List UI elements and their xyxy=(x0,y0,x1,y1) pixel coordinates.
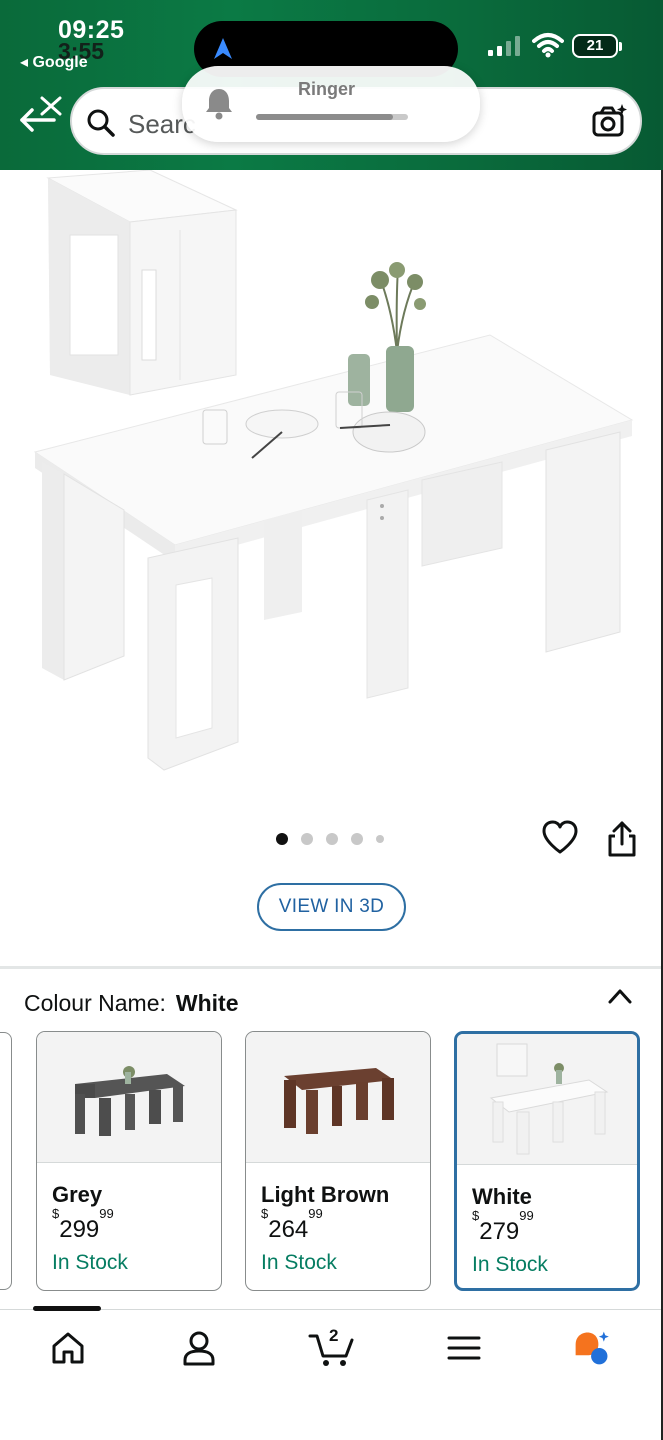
swatch-thumbnail-white xyxy=(457,1034,637,1165)
price-fraction: 99 xyxy=(99,1206,114,1221)
rufus-assistant-icon[interactable] xyxy=(572,1328,612,1368)
home-icon[interactable] xyxy=(48,1328,88,1368)
wifi-icon xyxy=(532,33,564,58)
swatch-name: White xyxy=(472,1184,532,1209)
camera-search-icon[interactable] xyxy=(590,103,628,141)
carousel-dot[interactable] xyxy=(326,833,338,845)
section-divider xyxy=(0,966,663,969)
carousel-dot[interactable] xyxy=(301,833,313,845)
swatch-previous-partial[interactable] xyxy=(0,1032,12,1290)
ringer-volume-slider[interactable] xyxy=(256,114,408,120)
carousel-dot[interactable] xyxy=(376,835,384,843)
colour-name-label: Colour Name: White xyxy=(24,990,239,1017)
carousel-dot[interactable] xyxy=(276,833,288,845)
ringer-label: Ringer xyxy=(298,79,356,99)
view-in-3d-button[interactable]: VIEW IN 3D xyxy=(257,883,406,931)
cart-count-badge: 2 xyxy=(329,1326,339,1345)
price-fraction: 99 xyxy=(308,1206,323,1221)
stock-status: In Stock xyxy=(52,1251,128,1274)
swatch-price: $26499 xyxy=(261,1206,323,1244)
back-arrow-icon[interactable] xyxy=(18,92,64,138)
product-image[interactable] xyxy=(0,169,663,810)
swatch-price: $29999 xyxy=(52,1206,114,1244)
swatch-white[interactable]: White $27999 In Stock xyxy=(454,1031,640,1291)
navigation-arrow-icon xyxy=(214,38,232,59)
chevron-up-icon[interactable] xyxy=(607,986,633,1006)
stock-status: In Stock xyxy=(261,1251,337,1274)
back-to-app-link[interactable]: ◂ Google xyxy=(20,52,88,72)
dining-table-illustration xyxy=(33,169,634,771)
ringer-volume-fill xyxy=(256,114,393,120)
currency-symbol: $ xyxy=(52,1206,60,1221)
swatch-price: $27999 xyxy=(472,1208,534,1246)
cart-button[interactable]: 2 xyxy=(308,1326,356,1368)
search-icon xyxy=(87,109,115,137)
carousel-dot[interactable] xyxy=(351,833,363,845)
price-whole: 264 xyxy=(268,1216,309,1243)
swatch-name: Light Brown xyxy=(261,1182,390,1207)
account-icon[interactable] xyxy=(179,1328,219,1368)
swatch-thumbnail-grey xyxy=(37,1032,221,1163)
swatch-thumbnail-light-brown xyxy=(246,1032,430,1163)
colour-label-text: Colour Name: xyxy=(24,990,166,1016)
swatch-grey[interactable]: Grey $29999 In Stock xyxy=(36,1031,222,1291)
price-whole: 279 xyxy=(479,1218,520,1245)
active-tab-indicator xyxy=(33,1306,101,1311)
swatch-light-brown[interactable]: Light Brown $26499 In Stock xyxy=(245,1031,431,1291)
price-fraction: 99 xyxy=(519,1208,534,1223)
swatch-name: Grey xyxy=(52,1182,103,1207)
ringer-overlay: Ringer xyxy=(182,66,480,142)
heart-icon[interactable] xyxy=(541,820,579,856)
selected-colour-value: White xyxy=(175,990,239,1016)
stock-status: In Stock xyxy=(472,1253,548,1276)
battery-indicator: 21 xyxy=(572,34,622,58)
currency-symbol: $ xyxy=(261,1206,269,1221)
cellular-signal-icon xyxy=(488,36,520,56)
menu-icon[interactable] xyxy=(444,1328,484,1368)
image-carousel-dots[interactable] xyxy=(276,833,384,845)
bell-icon xyxy=(206,89,232,120)
bottom-navigation: 2 xyxy=(0,1306,663,1440)
share-icon[interactable] xyxy=(606,820,638,858)
currency-symbol: $ xyxy=(472,1208,480,1223)
price-whole: 299 xyxy=(59,1216,100,1243)
